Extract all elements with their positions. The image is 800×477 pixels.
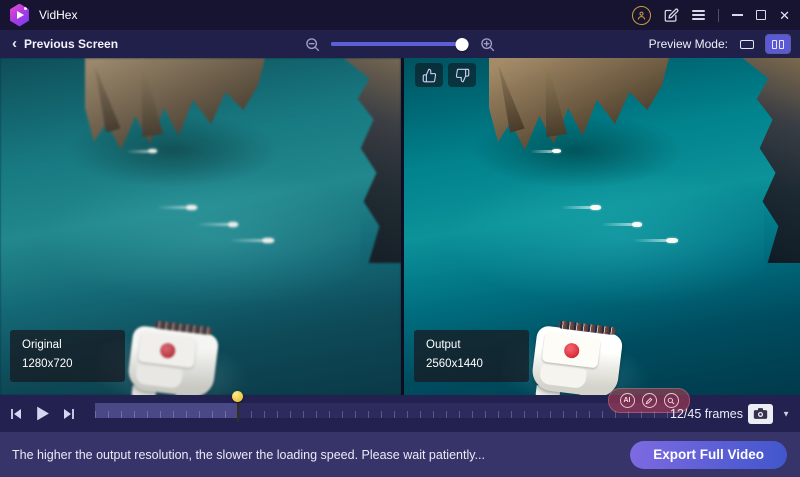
roof-red-logo xyxy=(563,342,580,359)
status-bar: The higher the output resolution, the sl… xyxy=(0,432,800,477)
back-chevron-icon: ‹ xyxy=(12,37,17,51)
catamaran xyxy=(517,310,639,395)
boat-wake xyxy=(157,206,186,209)
thumbs-up-button[interactable] xyxy=(415,63,443,87)
output-label-box: Output 2560x1440 xyxy=(414,330,529,382)
minimize-button[interactable] xyxy=(732,14,743,16)
boat-wake xyxy=(229,239,262,242)
title-bar: VidHex ✕ xyxy=(0,0,800,30)
frame-ticks xyxy=(95,411,678,418)
camera-icon xyxy=(753,407,768,420)
playhead[interactable] xyxy=(237,394,239,422)
single-view-icon xyxy=(740,40,754,49)
export-full-video-button[interactable]: Export Full Video xyxy=(630,441,787,469)
vidhex-logo-icon xyxy=(9,4,30,27)
small-boat xyxy=(552,149,561,153)
small-boat xyxy=(632,222,642,227)
small-boat xyxy=(666,238,678,243)
previous-screen-button[interactable]: ‹ Previous Screen xyxy=(12,30,118,58)
zoom-slider-thumb[interactable] xyxy=(456,38,469,51)
status-message: The higher the output resolution, the sl… xyxy=(12,448,485,462)
water-highlight xyxy=(40,168,360,308)
app-title: VidHex xyxy=(39,8,77,22)
small-boat xyxy=(148,149,157,153)
small-boat xyxy=(186,205,197,210)
zoom-out-icon[interactable] xyxy=(304,36,321,53)
snapshot-dropdown-caret[interactable]: ▼ xyxy=(782,409,790,418)
boat-wake xyxy=(530,150,552,153)
rate-output-group xyxy=(415,63,476,87)
output-label: Output xyxy=(426,336,517,356)
app-logo: VidHex xyxy=(0,4,77,27)
output-resolution: 2560x1440 xyxy=(426,355,517,375)
small-boat xyxy=(228,222,238,227)
original-video-panel: Original 1280x720 xyxy=(0,58,401,395)
app-window: VidHex ✕ ‹ Previous Screen xyxy=(0,0,800,477)
boat-wake xyxy=(126,150,148,153)
zoom-controls xyxy=(304,30,496,58)
preview-split-button[interactable] xyxy=(766,35,790,53)
small-boat xyxy=(262,238,274,243)
preview-mode-label: Preview Mode: xyxy=(649,37,728,51)
comparison-viewer: Original 1280x720 xyxy=(0,58,800,395)
frame-counter: 12/45 frames xyxy=(670,407,743,421)
menu-icon[interactable] xyxy=(692,10,705,20)
boat-wake xyxy=(601,223,632,226)
small-boat xyxy=(590,205,601,210)
play-button[interactable] xyxy=(34,405,51,422)
original-resolution: 1280x720 xyxy=(22,355,113,375)
close-button[interactable]: ✕ xyxy=(779,9,790,22)
maximize-button[interactable] xyxy=(756,10,766,20)
ai-tool-icon[interactable]: AI xyxy=(620,393,635,408)
timeline[interactable] xyxy=(95,403,678,418)
preview-mode-group: Preview Mode: xyxy=(649,30,790,58)
roof-red-logo xyxy=(159,342,176,359)
boat-wake xyxy=(561,206,590,209)
snapshot-button[interactable] xyxy=(748,404,773,424)
thumbs-down-button[interactable] xyxy=(448,63,476,87)
zoom-slider-fill xyxy=(331,42,462,46)
preview-single-button[interactable] xyxy=(735,35,759,53)
catamaran xyxy=(113,310,235,395)
titlebar-separator xyxy=(718,9,719,22)
secondary-toolbar: ‹ Previous Screen Preview Mode: xyxy=(0,30,800,58)
split-view-icon xyxy=(772,40,777,49)
transport-controls xyxy=(9,395,76,432)
boat-wake xyxy=(197,223,228,226)
titlebar-controls: ✕ xyxy=(632,0,790,30)
thumbs-down-icon xyxy=(455,68,470,83)
water-highlight xyxy=(444,168,764,308)
zoom-slider[interactable] xyxy=(331,42,469,46)
next-frame-button[interactable] xyxy=(62,407,76,421)
previous-frame-button[interactable] xyxy=(9,407,23,421)
account-icon[interactable] xyxy=(632,6,651,25)
original-label: Original xyxy=(22,336,113,356)
original-label-box: Original 1280x720 xyxy=(10,330,125,382)
back-label: Previous Screen xyxy=(24,37,118,51)
boat-wake xyxy=(633,239,666,242)
output-video-panel: Output 2560x1440 xyxy=(404,58,800,395)
feedback-icon[interactable] xyxy=(664,8,679,23)
thumbs-up-icon xyxy=(422,68,437,83)
playback-bar: AI 12/45 frames ▼ xyxy=(0,395,800,432)
zoom-in-icon[interactable] xyxy=(479,36,496,53)
pencil-tool-icon[interactable] xyxy=(642,393,657,408)
